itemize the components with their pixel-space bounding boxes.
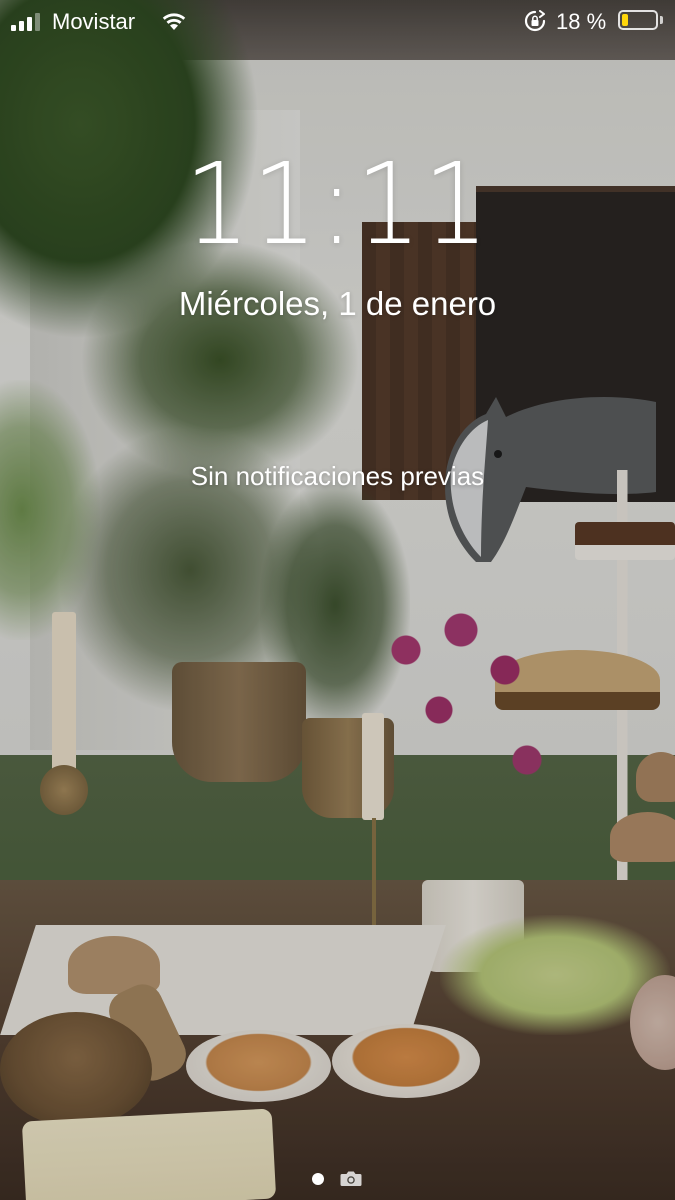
wifi-icon xyxy=(162,13,186,30)
signal-bar xyxy=(11,25,16,31)
status-bar: Movistar 18 % xyxy=(0,0,675,44)
battery-icon xyxy=(618,10,658,30)
camera-icon[interactable] xyxy=(340,1170,362,1187)
no-notifications-message: Sin notificaciones previas xyxy=(190,461,485,491)
signal-bar xyxy=(19,21,24,31)
carrier-name: Movistar xyxy=(52,9,136,34)
lock-screen-time: 11:11 xyxy=(184,140,491,270)
signal-icon xyxy=(11,13,40,31)
battery-level-fill xyxy=(622,14,628,26)
battery-percentage: 18 % xyxy=(556,9,607,34)
lock-screen-date: Miércoles, 1 de enero xyxy=(178,285,497,322)
rotation-lock-icon xyxy=(524,10,546,32)
battery-cap xyxy=(660,16,663,24)
page-indicator[interactable] xyxy=(312,1170,362,1187)
signal-bar xyxy=(35,13,40,31)
signal-bar xyxy=(27,17,32,31)
page-dot-active[interactable] xyxy=(312,1172,324,1185)
